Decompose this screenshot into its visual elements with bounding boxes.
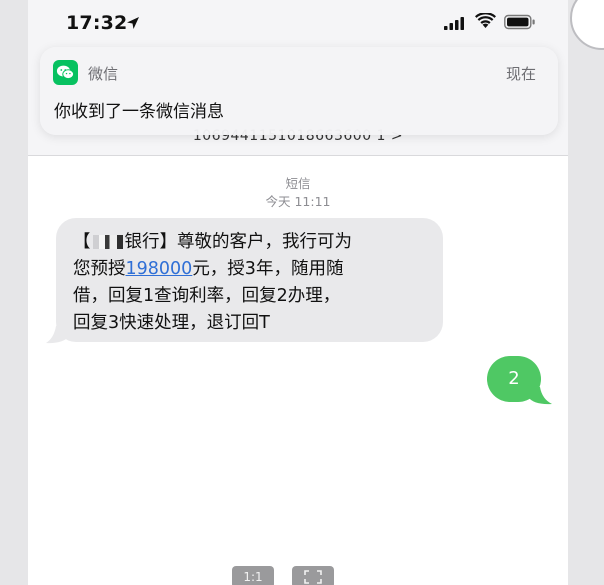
wifi-icon — [475, 13, 496, 28]
notification-app-name: 微信 — [88, 65, 119, 83]
message-open-bracket: 【 — [73, 232, 91, 252]
ratio-button[interactable]: 1:1 — [232, 566, 274, 585]
notification-time: 现在 — [505, 65, 536, 83]
right-edge-panel — [568, 0, 604, 585]
cellular-signal-icon — [444, 17, 464, 30]
edge-circle-control[interactable] — [570, 0, 604, 50]
redacted-bank-name — [92, 235, 123, 249]
wechat-icon — [53, 60, 78, 85]
conversation-timestamp: 今天 11:11 — [265, 194, 331, 209]
message-line2-suffix: 元，授3年，随用随 — [192, 259, 344, 279]
incoming-bubble-tail — [46, 322, 70, 344]
wechat-notification-banner[interactable]: 微信 现在 你收到了一条微信消息 — [40, 47, 558, 135]
amount-link[interactable]: 198000 — [126, 259, 193, 279]
fullscreen-icon — [304, 570, 322, 584]
notification-message: 你收到了一条微信消息 — [54, 102, 224, 122]
battery-icon — [504, 14, 535, 30]
status-bar: 17:32 — [28, 0, 568, 46]
message-line3: 借，回复1查询利率，回复2办理， — [73, 286, 341, 306]
fullscreen-button[interactable] — [292, 566, 334, 585]
message-line4: 回复3快速处理，退订回T — [73, 313, 270, 333]
outgoing-message-text: 2 — [508, 368, 520, 389]
location-arrow-icon — [127, 17, 139, 29]
message-line2-prefix: 您预授 — [73, 259, 126, 279]
conversation-service-label: 短信 — [285, 176, 311, 191]
image-viewer-controls: 1:1 — [232, 566, 352, 585]
message-bank-suffix: 银行】尊敬的客户，我行可为 — [124, 232, 353, 252]
incoming-message-text[interactable]: 【 银行】尊敬的客户，我行可为 您预授198000元，授3年，随用随 借，回复1查… — [73, 229, 443, 337]
phone-screen: 1069441151018663600 1 > 17:32 微信 现在 你收到了… — [28, 0, 568, 585]
status-time: 17:32 — [66, 12, 128, 34]
